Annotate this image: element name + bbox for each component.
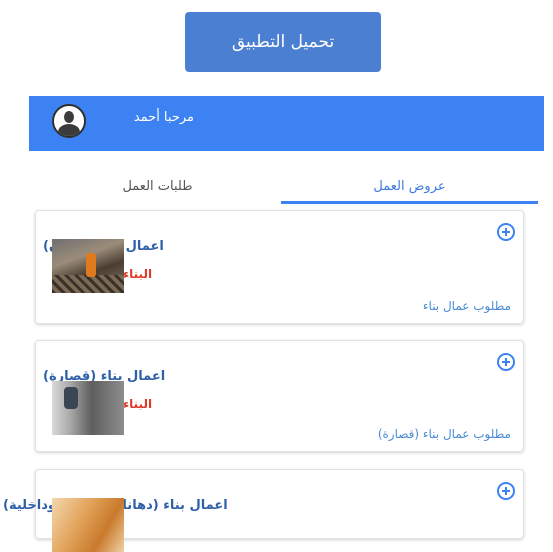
job-card[interactable]: اعمال بناء (دهانات خارجية وداخلية) xyxy=(3,469,524,552)
plus-circle-icon[interactable] xyxy=(497,353,515,371)
job-category: البناء xyxy=(123,267,153,281)
job-thumbnail xyxy=(52,239,124,293)
tab-job-requests-label: طلبات العمل xyxy=(122,178,193,194)
greeting-text: مرحبا أحمد xyxy=(133,110,194,125)
tab-job-requests[interactable]: طلبات العمل xyxy=(29,168,286,204)
active-tab-indicator xyxy=(281,201,538,204)
job-card[interactable]: اعمال بناء (قصارة) البناء مطلوب عمال بنا… xyxy=(35,340,524,452)
job-thumbnail xyxy=(52,381,124,435)
job-thumbnail xyxy=(52,498,124,552)
plus-circle-icon[interactable] xyxy=(497,482,515,500)
plus-circle-icon[interactable] xyxy=(497,223,515,241)
user-avatar-icon[interactable] xyxy=(52,104,86,138)
job-description: مطلوب عمال بناء xyxy=(422,299,511,313)
download-app-button[interactable]: تحميل التطبيق xyxy=(185,12,381,72)
job-description: مطلوب عمال بناء (قصارة) xyxy=(377,427,511,441)
download-app-label: تحميل التطبيق xyxy=(231,32,335,52)
tab-job-offers[interactable]: عروض العمل xyxy=(281,168,538,204)
job-card[interactable]: اعمال بناء (جدران) البناء مطلوب عمال بنا… xyxy=(35,210,524,324)
job-category: البناء xyxy=(123,397,153,411)
tab-job-offers-label: عروض العمل xyxy=(373,178,446,194)
